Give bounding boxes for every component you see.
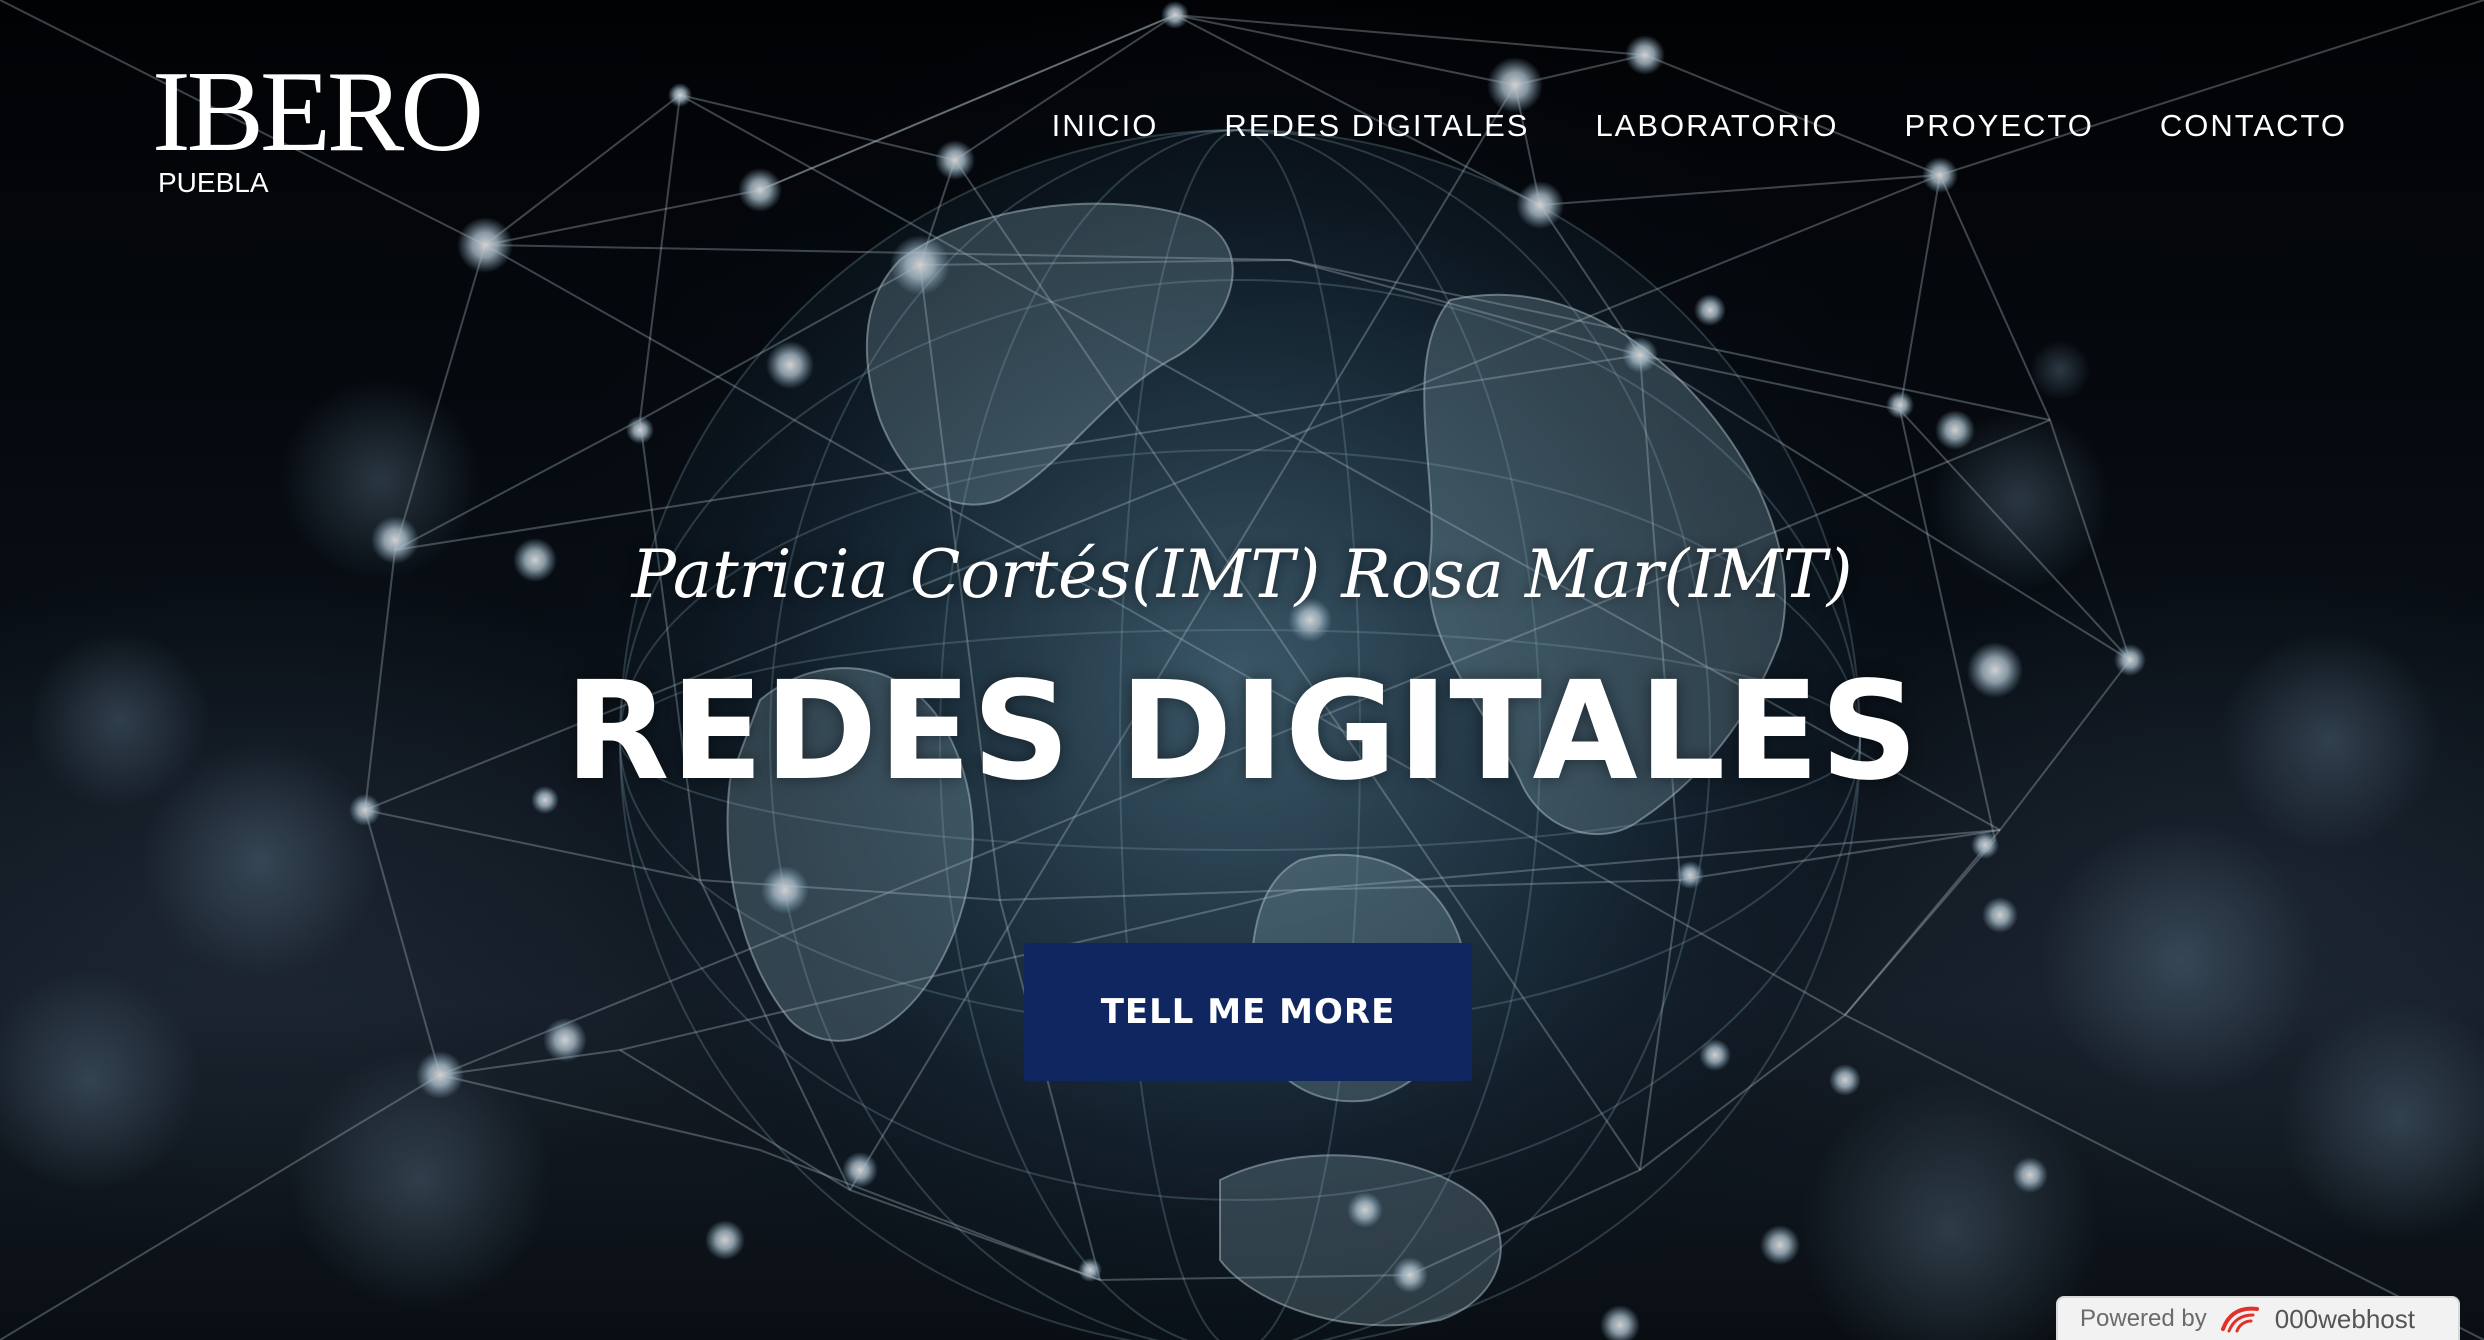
hero-subtitle: Patricia Cortés(IMT) Rosa Mar(IMT) — [631, 536, 1853, 613]
tell-me-more-button[interactable]: TELL ME MORE — [1024, 943, 1472, 1081]
000webhost-logo-icon — [2220, 1306, 2259, 1333]
powered-by-badge[interactable]: Powered by 000webhost — [2056, 1296, 2460, 1340]
hero-title: REDES DIGITALES — [564, 653, 1920, 811]
nav-item-proyecto[interactable]: PROYECTO — [1905, 108, 2094, 144]
logo-wordmark: IBERO — [152, 48, 484, 176]
ibero-puebla-logo[interactable]: IBERO PUEBLA — [152, 48, 484, 198]
powered-by-brand: 000webhost — [2274, 1303, 2415, 1334]
main-navigation: INICIO REDES DIGITALES LABORATORIO PROYE… — [1052, 108, 2347, 144]
nav-item-inicio[interactable]: INICIO — [1052, 108, 1159, 144]
page: IBERO PUEBLA INICIO REDES DIGITALES LABO… — [0, 0, 2484, 1340]
nav-item-laboratorio[interactable]: LABORATORIO — [1595, 108, 1838, 144]
nav-item-contacto[interactable]: CONTACTO — [2160, 108, 2347, 144]
powered-by-text: Powered by — [2080, 1305, 2207, 1332]
nav-item-redes-digitales[interactable]: REDES DIGITALES — [1224, 108, 1529, 144]
hero-section: Patricia Cortés(IMT) Rosa Mar(IMT) REDES… — [0, 520, 2484, 822]
